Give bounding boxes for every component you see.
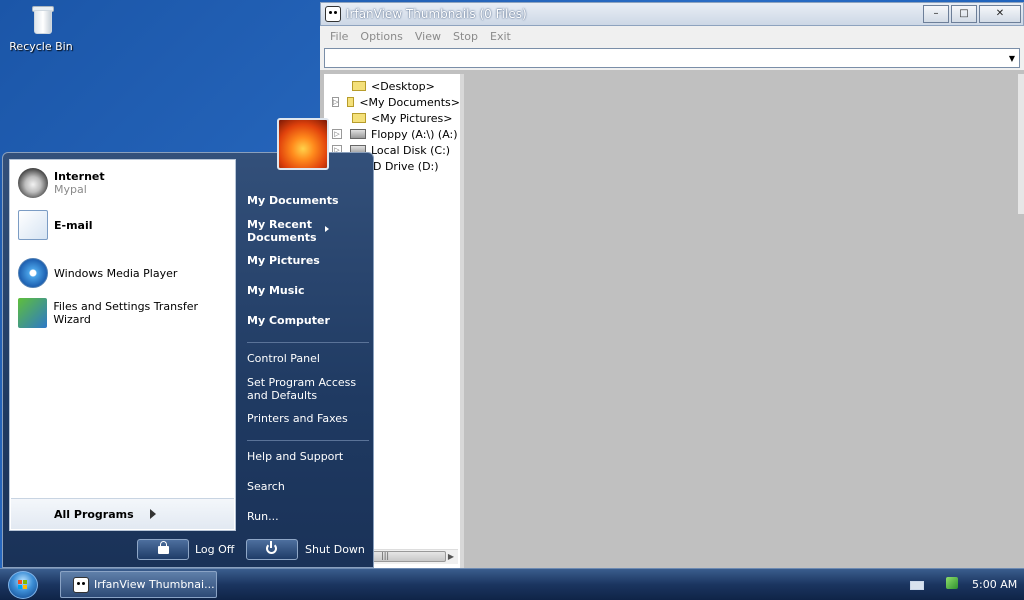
run[interactable]: Run...: [247, 510, 371, 523]
menubar: File Options View Stop Exit: [320, 26, 1024, 46]
menu-exit[interactable]: Exit: [484, 30, 517, 43]
tree-item-label: Floppy (A:\) (A:): [371, 127, 458, 141]
recent-item-label: Windows Media Player: [54, 266, 178, 280]
log-off-label[interactable]: Log Off: [195, 543, 234, 556]
irfanview-app-icon: [73, 576, 89, 593]
start-menu: Internet Mypal E-mail Windows Media Playe…: [2, 152, 374, 568]
menu-file[interactable]: File: [324, 30, 354, 43]
system-control-panel[interactable]: Control Panel: [247, 352, 371, 365]
vertical-scrollbar[interactable]: [1018, 74, 1024, 214]
place-my-recent-documents[interactable]: My Recent Documents: [247, 218, 335, 244]
menu-view[interactable]: View: [409, 30, 447, 43]
menu-stop[interactable]: Stop: [447, 30, 484, 43]
floppy-drive-icon: [350, 129, 366, 139]
system-set-program-access[interactable]: Set Program Access and Defaults: [247, 376, 357, 402]
tree-item-label: Local Disk (C:): [371, 143, 451, 157]
tree-item-label: <My Documents>: [359, 95, 460, 109]
tree-item-label: D Drive (D:): [373, 159, 439, 173]
separator: [247, 342, 369, 343]
pinned-item-internet[interactable]: Internet Mypal: [18, 168, 105, 198]
system-printers-and-faxes[interactable]: Printers and Faxes: [247, 412, 371, 425]
desktop-icon-label: Recycle Bin: [9, 40, 73, 53]
place-my-music[interactable]: My Music: [247, 284, 371, 297]
minimize-button[interactable]: –: [923, 5, 949, 23]
separator: [247, 440, 369, 441]
taskbar: IrfanView Thumbnai... 5:00 AM: [0, 568, 1024, 600]
address-row: ▼: [320, 46, 1024, 70]
start-menu-programs-pane: Internet Mypal E-mail Windows Media Playe…: [9, 159, 236, 531]
shut-down-label[interactable]: Shut Down: [305, 543, 365, 556]
place-my-documents[interactable]: My Documents: [247, 194, 371, 207]
close-button[interactable]: ✕: [979, 5, 1021, 23]
tree-item-desktop[interactable]: <Desktop>: [324, 78, 460, 94]
scrollbar-grip: |||: [381, 551, 390, 560]
taskbar-button-irfanview[interactable]: IrfanView Thumbnai...: [60, 571, 217, 598]
tree-item-label: <My Pictures>: [371, 111, 453, 125]
shut-down-button[interactable]: [246, 539, 298, 560]
irfanview-window: IrfanView Thumbnails (0 Files) – □ ✕ Fil…: [320, 2, 1024, 568]
folder-icon: [352, 81, 366, 91]
tree-item-my-pictures[interactable]: <My Pictures>: [324, 110, 460, 126]
user-picture-avatar[interactable]: [277, 118, 329, 170]
taskbar-button-label: IrfanView Thumbnai...: [94, 578, 215, 591]
place-label: My Recent Documents: [247, 218, 317, 244]
recent-item-transfer-wizard[interactable]: Files and Settings Transfer Wizard: [18, 298, 235, 328]
lock-icon: [158, 541, 169, 554]
envelope-icon: [18, 210, 48, 240]
power-icon: [266, 541, 277, 554]
window-titlebar[interactable]: IrfanView Thumbnails (0 Files) – □ ✕: [320, 2, 1024, 26]
all-programs-label: All Programs: [54, 507, 134, 521]
place-my-computer[interactable]: My Computer: [247, 314, 371, 327]
expand-icon[interactable]: ▷: [332, 97, 340, 107]
start-menu-footer: Log Off Shut Down: [3, 533, 373, 567]
log-off-button[interactable]: [137, 539, 189, 560]
clock[interactable]: 5:00 AM: [972, 578, 1017, 591]
pinned-title: E-mail: [54, 218, 93, 232]
transfer-wizard-icon: [18, 298, 48, 328]
tree-item-my-documents[interactable]: ▷ <My Documents>: [324, 94, 460, 110]
system-tray: 5:00 AM: [888, 569, 1024, 600]
pinned-title: Internet: [54, 170, 105, 183]
recent-item-label: Files and Settings Transfer Wizard: [53, 300, 199, 326]
place-my-pictures[interactable]: My Pictures: [247, 254, 371, 267]
network-icon[interactable]: [946, 577, 958, 589]
irfanview-app-icon: [325, 6, 341, 22]
folder-icon: [347, 97, 355, 107]
recent-item-windows-media-player[interactable]: Windows Media Player: [18, 258, 177, 288]
pinned-item-email[interactable]: E-mail: [18, 210, 93, 240]
menu-options[interactable]: Options: [354, 30, 408, 43]
desktop-icon-recycle-bin[interactable]: Recycle Bin: [8, 0, 74, 53]
folder-icon: [352, 113, 366, 123]
maximize-button[interactable]: □: [951, 5, 977, 23]
recycle-bin-icon: [26, 2, 56, 36]
raccoon-browser-icon: [18, 168, 48, 198]
dropdown-arrow-icon[interactable]: ▼: [1009, 54, 1015, 63]
pinned-subtitle: Mypal: [54, 183, 87, 196]
tree-item-floppy[interactable]: ▷ Floppy (A:\) (A:): [324, 126, 460, 142]
thumbnail-area[interactable]: [464, 74, 1018, 568]
address-combobox[interactable]: ▼: [324, 48, 1020, 68]
windows-logo-icon: [18, 580, 28, 590]
media-player-icon: [18, 258, 48, 288]
tree-item-label: <Desktop>: [371, 79, 435, 93]
arrow-right-icon: [149, 509, 156, 519]
expand-icon[interactable]: ▷: [332, 129, 342, 139]
all-programs-button[interactable]: All Programs: [11, 498, 234, 529]
help-and-support[interactable]: Help and Support: [247, 450, 371, 463]
start-button[interactable]: [8, 571, 38, 599]
window-title: IrfanView Thumbnails (0 Files): [346, 7, 527, 21]
keyboard-icon[interactable]: [910, 581, 924, 590]
search[interactable]: Search: [247, 480, 371, 493]
scroll-right-arrow-icon[interactable]: ▶: [448, 550, 454, 564]
